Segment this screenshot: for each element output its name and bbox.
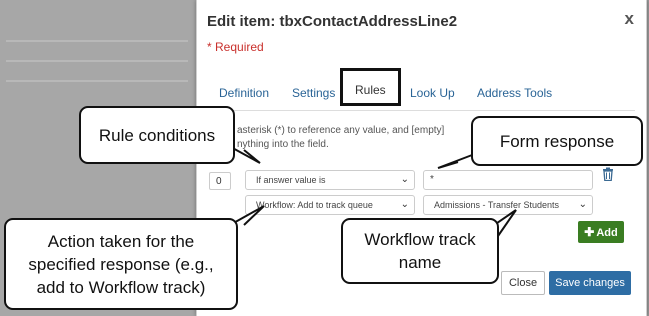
- add-rule-label: Add: [596, 227, 618, 239]
- background-line: [6, 80, 188, 82]
- condition-select-value: If answer value is: [256, 175, 326, 185]
- trash-icon[interactable]: [602, 167, 614, 186]
- close-button[interactable]: Close: [501, 271, 545, 295]
- tab-rules[interactable]: Rules: [340, 68, 401, 106]
- chevron-down-icon: ⌄: [578, 199, 587, 210]
- tab-definition[interactable]: Definition: [219, 86, 269, 100]
- callout-action-taken: Action taken for the specified response …: [4, 218, 238, 310]
- tab-bar: Definition Settings Rules Look Up Addres…: [207, 68, 635, 111]
- save-changes-button[interactable]: Save changes: [549, 271, 631, 295]
- modal-title: Edit item: tbxContactAddressLine2: [207, 13, 458, 30]
- add-rule-button[interactable]: ✚ Add: [578, 221, 624, 243]
- callout-rule-conditions: Rule conditions: [79, 106, 235, 164]
- tab-address-tools[interactable]: Address Tools: [477, 86, 552, 100]
- action-select[interactable]: Workflow: Add to track queue ⌄: [245, 195, 415, 215]
- helper-line: asterisk (*) to reference any value, and…: [237, 125, 445, 136]
- rule-order-input[interactable]: 0: [209, 172, 231, 190]
- chevron-down-icon: ⌄: [400, 199, 409, 210]
- helper-line: nything into the field.: [237, 139, 329, 150]
- callout-workflow-track: Workflow track name: [341, 218, 499, 284]
- condition-select[interactable]: If answer value is ⌄: [245, 170, 415, 190]
- action-select-value: Workflow: Add to track queue: [256, 200, 373, 210]
- plus-icon: ✚: [584, 225, 595, 239]
- workflow-track-value: Admissions - Transfer Students: [434, 200, 560, 210]
- workflow-track-select[interactable]: Admissions - Transfer Students ⌄: [423, 195, 593, 215]
- tab-settings[interactable]: Settings: [292, 86, 335, 100]
- background-line: [6, 60, 188, 62]
- tab-look-up[interactable]: Look Up: [410, 86, 455, 100]
- background-line: [6, 40, 188, 42]
- close-icon[interactable]: x: [625, 9, 634, 29]
- callout-form-response: Form response: [471, 116, 643, 166]
- chevron-down-icon: ⌄: [400, 174, 409, 185]
- response-value-input[interactable]: *: [423, 170, 593, 190]
- rules-helper-text: asterisk (*) to reference any value, and…: [237, 124, 487, 152]
- required-note: * Required: [207, 40, 264, 54]
